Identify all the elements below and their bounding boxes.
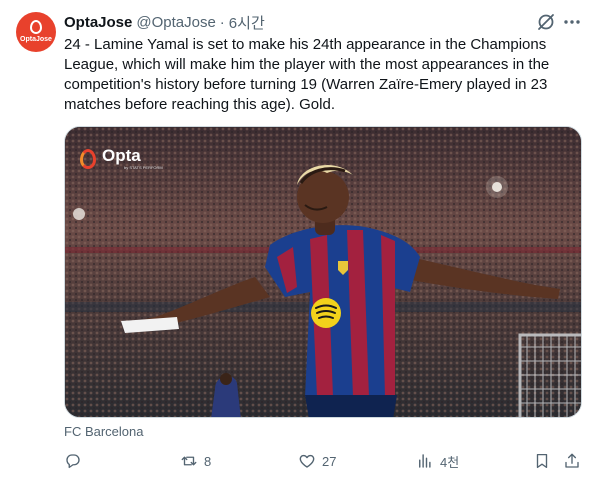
- avatar-label: OptaJose: [20, 36, 52, 43]
- photo: [65, 127, 581, 417]
- opta-watermark: Opta by STATS PERFORM: [80, 147, 163, 170]
- reply-button[interactable]: [64, 450, 88, 472]
- share-icon: [565, 453, 579, 468]
- author-name[interactable]: OptaJose: [64, 14, 132, 31]
- views-button[interactable]: 4천: [416, 450, 459, 472]
- views-count: 4천: [440, 454, 460, 470]
- retweet-icon: [181, 456, 197, 466]
- grok-icon[interactable]: [536, 12, 556, 32]
- heart-icon: [299, 454, 315, 468]
- header-separator: ·: [219, 13, 225, 31]
- like-count: 27: [322, 453, 337, 469]
- opta-watermark-icon: [80, 148, 96, 169]
- author-handle[interactable]: @OptaJose: [136, 14, 215, 31]
- views-icon: [419, 454, 431, 468]
- reply-icon: [66, 454, 80, 469]
- tweet: OptaJose OptaJose @OptaJose · 6시간 24 - L…: [0, 0, 598, 482]
- retweet-button[interactable]: 8: [180, 450, 211, 472]
- opta-watermark-subtext: by STATS PERFORM: [124, 165, 163, 170]
- retweet-count: 8: [204, 453, 212, 469]
- more-options-icon[interactable]: [562, 12, 582, 32]
- tweet-media[interactable]: Opta by STATS PERFORM: [64, 126, 582, 418]
- share-button[interactable]: [563, 450, 581, 472]
- media-caption[interactable]: FC Barcelona: [64, 424, 143, 439]
- opta-watermark-text: Opta: [102, 146, 141, 165]
- like-button[interactable]: 27: [298, 450, 336, 472]
- action-bar: 8 27 4천: [64, 450, 584, 472]
- tweet-time[interactable]: 6시간: [229, 12, 265, 33]
- tweet-header: OptaJose @OptaJose · 6시간: [64, 12, 265, 33]
- avatar[interactable]: OptaJose: [16, 12, 56, 52]
- tweet-text: 24 - Lamine Yamal is set to make his 24t…: [64, 36, 550, 113]
- bookmark-button[interactable]: [533, 450, 551, 472]
- bookmark-icon: [536, 453, 548, 469]
- opta-logo-icon: [30, 20, 42, 34]
